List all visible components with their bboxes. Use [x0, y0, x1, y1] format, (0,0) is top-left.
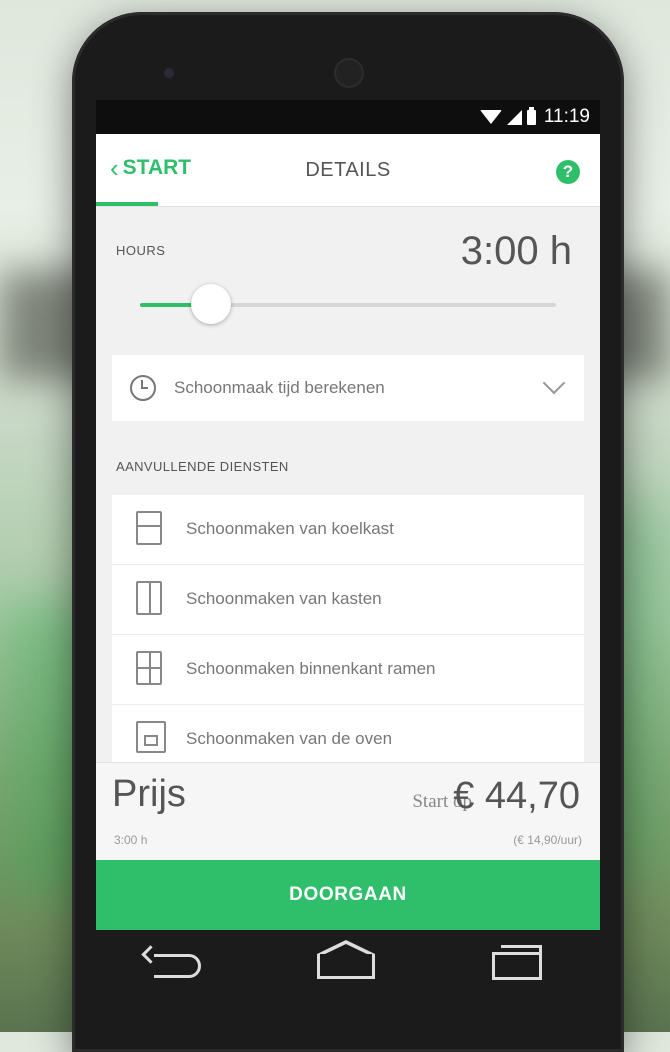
status-bar: 11:19	[96, 100, 600, 134]
app-screen: 11:19 ‹ START DETAILS ? HOURS 3:00 h Sch…	[96, 100, 600, 930]
hours-row: HOURS 3:00 h	[96, 207, 600, 273]
status-icons	[479, 106, 536, 125]
status-time: 11:19	[543, 106, 590, 127]
nav-back-icon[interactable]	[154, 954, 202, 978]
price-label: Prijs	[112, 773, 186, 815]
slider-track[interactable]	[140, 284, 556, 324]
signal-icon	[506, 109, 522, 125]
battery-icon	[526, 106, 536, 125]
nav-home-icon[interactable]	[317, 939, 376, 979]
slider-handle[interactable]	[190, 284, 231, 324]
extra-services-list: Schoonmaken van koelkast Schoonmaken van…	[112, 495, 584, 775]
service-label: Schoonmaken van de oven	[186, 729, 393, 748]
price-hours: 3:00 h	[114, 833, 148, 847]
hours-slider[interactable]	[96, 267, 600, 327]
wifi-icon	[479, 110, 502, 124]
calculate-time-label: Schoonmaak tijd berekenen	[174, 378, 385, 397]
service-label: Schoonmaken binnenkant ramen	[186, 659, 436, 678]
help-button[interactable]: ?	[556, 160, 580, 184]
service-item-windows[interactable]: Schoonmaken binnenkant ramen	[112, 635, 584, 705]
clock-icon	[130, 375, 156, 401]
page-title: DETAILS	[305, 158, 391, 181]
price-summary: Prijs 3:00 h Start op € 44,70 (€ 14,90/u…	[96, 762, 600, 861]
nav-recents-icon[interactable]	[491, 945, 542, 980]
oven-icon	[136, 721, 166, 753]
chevron-down-icon	[542, 371, 566, 395]
app-bar: ‹ START DETAILS ?	[96, 134, 600, 207]
fridge-icon	[136, 511, 162, 545]
calculate-time-dropdown[interactable]: Schoonmaak tijd berekenen	[112, 355, 584, 421]
sensor-dot	[164, 68, 174, 78]
price-per-hour: (€ 14,90/uur)	[513, 833, 582, 847]
service-item-fridge[interactable]: Schoonmaken van koelkast	[112, 495, 584, 565]
service-item-cabinets[interactable]: Schoonmaken van kasten	[112, 565, 584, 635]
service-label: Schoonmaken van koelkast	[186, 519, 394, 538]
front-camera	[336, 60, 362, 86]
price-amount: € 44,70	[453, 775, 580, 817]
android-nav-bar	[96, 936, 600, 996]
service-label: Schoonmaken van kasten	[186, 589, 382, 608]
hours-label: HOURS	[116, 243, 166, 258]
cabinet-icon	[136, 581, 162, 615]
section-title-extra-services: AANVULLENDE DIENSTEN	[116, 459, 289, 474]
active-tab-indicator	[96, 202, 158, 206]
window-icon	[136, 651, 162, 685]
continue-button[interactable]: DOORGAAN	[96, 860, 600, 930]
